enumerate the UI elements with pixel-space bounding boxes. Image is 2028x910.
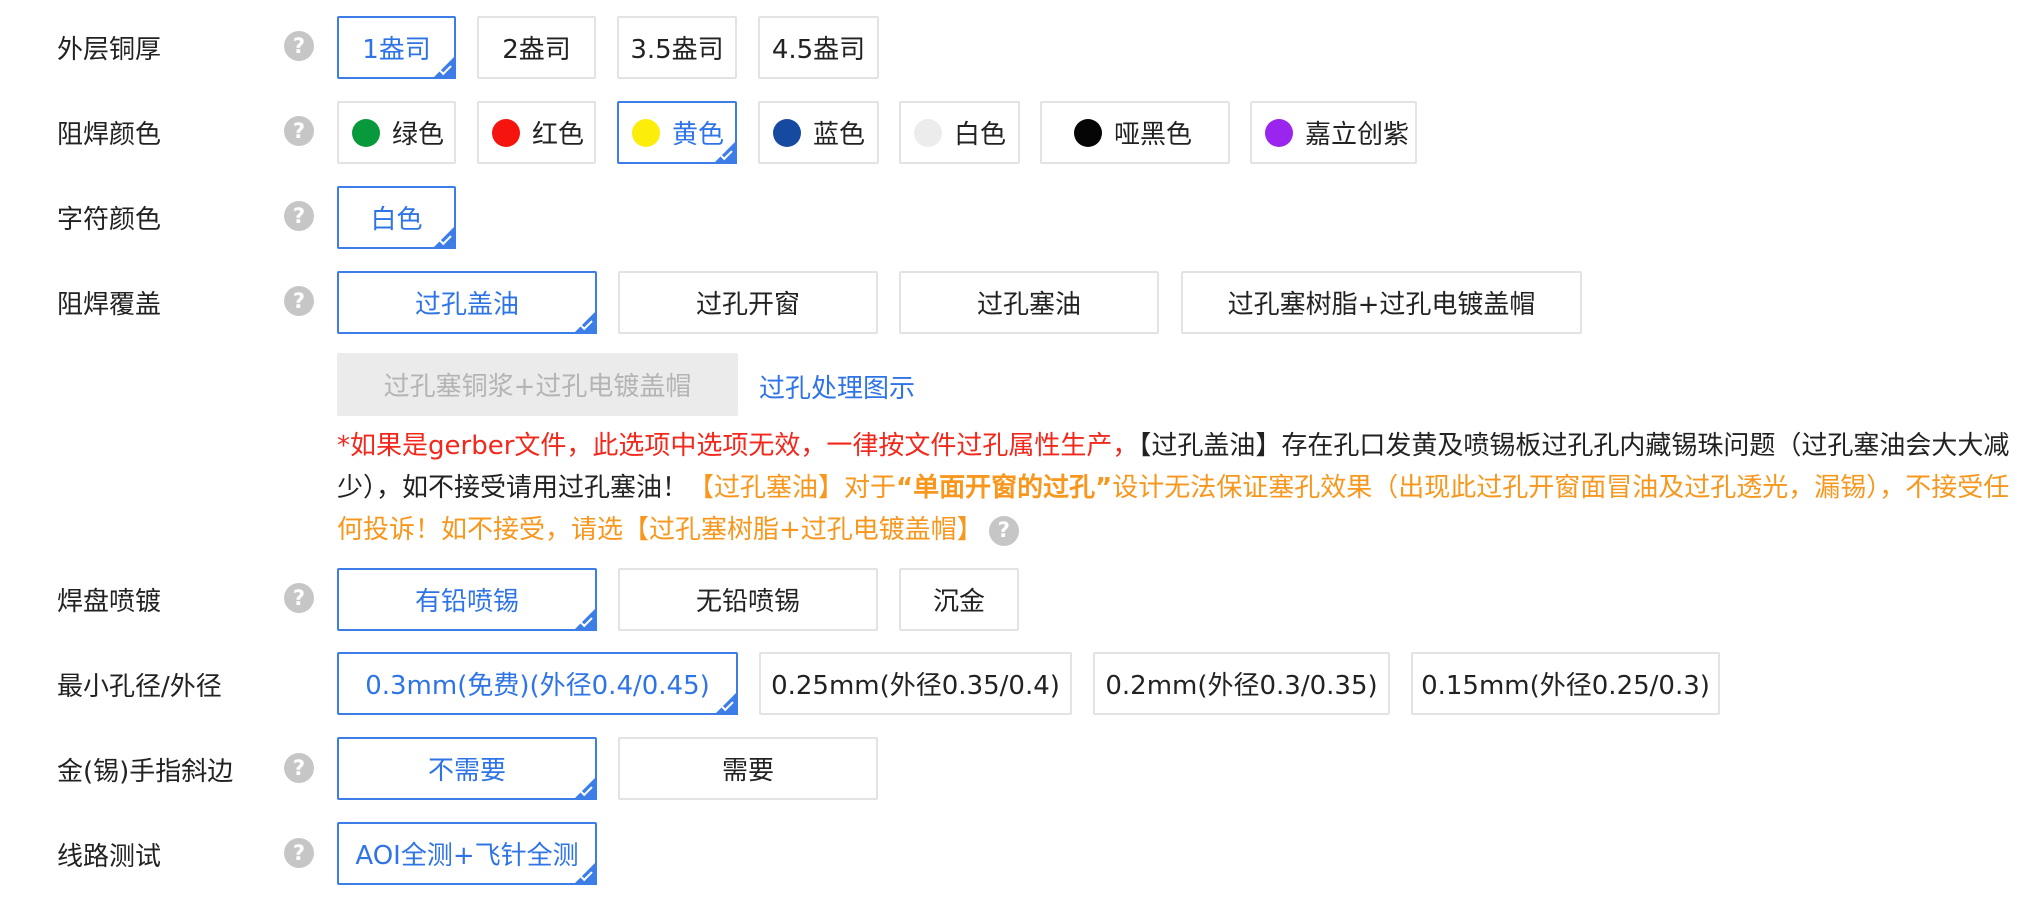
mask-color-label: 绿色 — [392, 120, 445, 150]
gerber-warning-text: *如果是gerber文件，此选项中选项无效，一律按文件过孔属性生产， — [337, 431, 1139, 461]
finish-option-leadfree-hasl[interactable]: 无铅喷锡 — [618, 568, 878, 631]
copper-option-4-5oz[interactable]: 4.5盎司 — [758, 16, 879, 79]
finish-option-leaded-hasl[interactable]: 有铅喷锡 — [337, 568, 597, 631]
via-cover-help-icon[interactable]: ? — [284, 286, 314, 316]
via-option-copper-paste-disabled: 过孔塞铜浆+过孔电镀盖帽 — [337, 353, 738, 416]
plugged-via-warning-text: 【过孔塞油】对于 — [688, 473, 897, 503]
mask-color-label: 嘉立创紫 — [1305, 120, 1410, 150]
gold-finger-help-icon[interactable]: ? — [284, 753, 314, 783]
gold-finger-option-yes[interactable]: 需要 — [618, 737, 878, 800]
blue-swatch-icon — [773, 118, 801, 147]
black-swatch-icon — [1074, 118, 1102, 147]
gold-finger-label: 金(锡)手指斜边 — [57, 757, 234, 787]
hole-option-0-3mm[interactable]: 0.3mm(免费)(外径0.4/0.45) — [337, 652, 738, 715]
finish-option-enig[interactable]: 沉金 — [899, 568, 1019, 631]
solder-mask-color-label: 阻焊颜色 — [57, 120, 162, 150]
min-hole-label: 最小孔径/外径 — [57, 672, 222, 702]
mask-color-matte-black[interactable]: 哑黑色 — [1040, 101, 1230, 164]
purple-swatch-icon — [1265, 118, 1293, 147]
surface-finish-label: 焊盘喷镀 — [57, 587, 162, 617]
mask-color-white[interactable]: 白色 — [899, 101, 1020, 164]
circuit-test-label: 线路测试 — [57, 842, 162, 872]
via-option-plugged[interactable]: 过孔塞油 — [899, 271, 1159, 334]
green-swatch-icon — [352, 118, 380, 147]
hole-option-0-2mm[interactable]: 0.2mm(外径0.3/0.35) — [1093, 652, 1390, 715]
hole-option-0-15mm[interactable]: 0.15mm(外径0.25/0.3) — [1411, 652, 1720, 715]
mask-color-red[interactable]: 红色 — [477, 101, 596, 164]
copper-option-2oz[interactable]: 2盎司 — [477, 16, 596, 79]
mask-color-label: 红色 — [532, 120, 585, 150]
via-option-resin-capped[interactable]: 过孔塞树脂+过孔电镀盖帽 — [1181, 271, 1582, 334]
test-option-aoi-flying-probe[interactable]: AOI全测+飞针全测 — [337, 822, 597, 885]
mask-color-label: 蓝色 — [813, 120, 866, 150]
via-note-help-icon[interactable]: ? — [988, 515, 1019, 546]
via-cover-warning-note: *如果是gerber文件，此选项中选项无效，一律按文件过孔属性生产，【过孔盖油】… — [337, 425, 2017, 551]
silkscreen-option-white[interactable]: 白色 — [337, 186, 456, 249]
mask-color-purple[interactable]: 嘉立创紫 — [1250, 101, 1417, 164]
mask-color-blue[interactable]: 蓝色 — [758, 101, 879, 164]
hole-option-0-25mm[interactable]: 0.25mm(外径0.35/0.4) — [759, 652, 1072, 715]
red-swatch-icon — [492, 118, 520, 147]
via-option-untented[interactable]: 过孔开窗 — [618, 271, 878, 334]
white-swatch-icon — [914, 118, 942, 147]
via-option-tented[interactable]: 过孔盖油 — [337, 271, 597, 334]
copper-thickness-label: 外层铜厚 — [57, 35, 162, 65]
via-cover-label: 阻焊覆盖 — [57, 290, 162, 320]
copper-option-3-5oz[interactable]: 3.5盎司 — [617, 16, 737, 79]
silkscreen-color-help-icon[interactable]: ? — [284, 201, 314, 231]
circuit-test-help-icon[interactable]: ? — [284, 838, 314, 868]
mask-color-label: 白色 — [954, 120, 1007, 150]
copper-thickness-help-icon[interactable]: ? — [284, 31, 314, 61]
mask-color-green[interactable]: 绿色 — [337, 101, 456, 164]
surface-finish-help-icon[interactable]: ? — [284, 583, 314, 613]
single-side-via-emphasis: “单面开窗的过孔” — [896, 473, 1113, 503]
silkscreen-color-label: 字符颜色 — [57, 205, 162, 235]
mask-color-label: 哑黑色 — [1114, 120, 1193, 150]
mask-color-yellow[interactable]: 黄色 — [617, 101, 737, 164]
copper-option-1oz[interactable]: 1盎司 — [337, 16, 456, 79]
gold-finger-option-no[interactable]: 不需要 — [337, 737, 597, 800]
solder-mask-color-help-icon[interactable]: ? — [284, 116, 314, 146]
yellow-swatch-icon — [632, 118, 660, 147]
mask-color-label: 黄色 — [672, 120, 725, 150]
via-processing-diagram-link[interactable]: 过孔处理图示 — [759, 368, 915, 405]
